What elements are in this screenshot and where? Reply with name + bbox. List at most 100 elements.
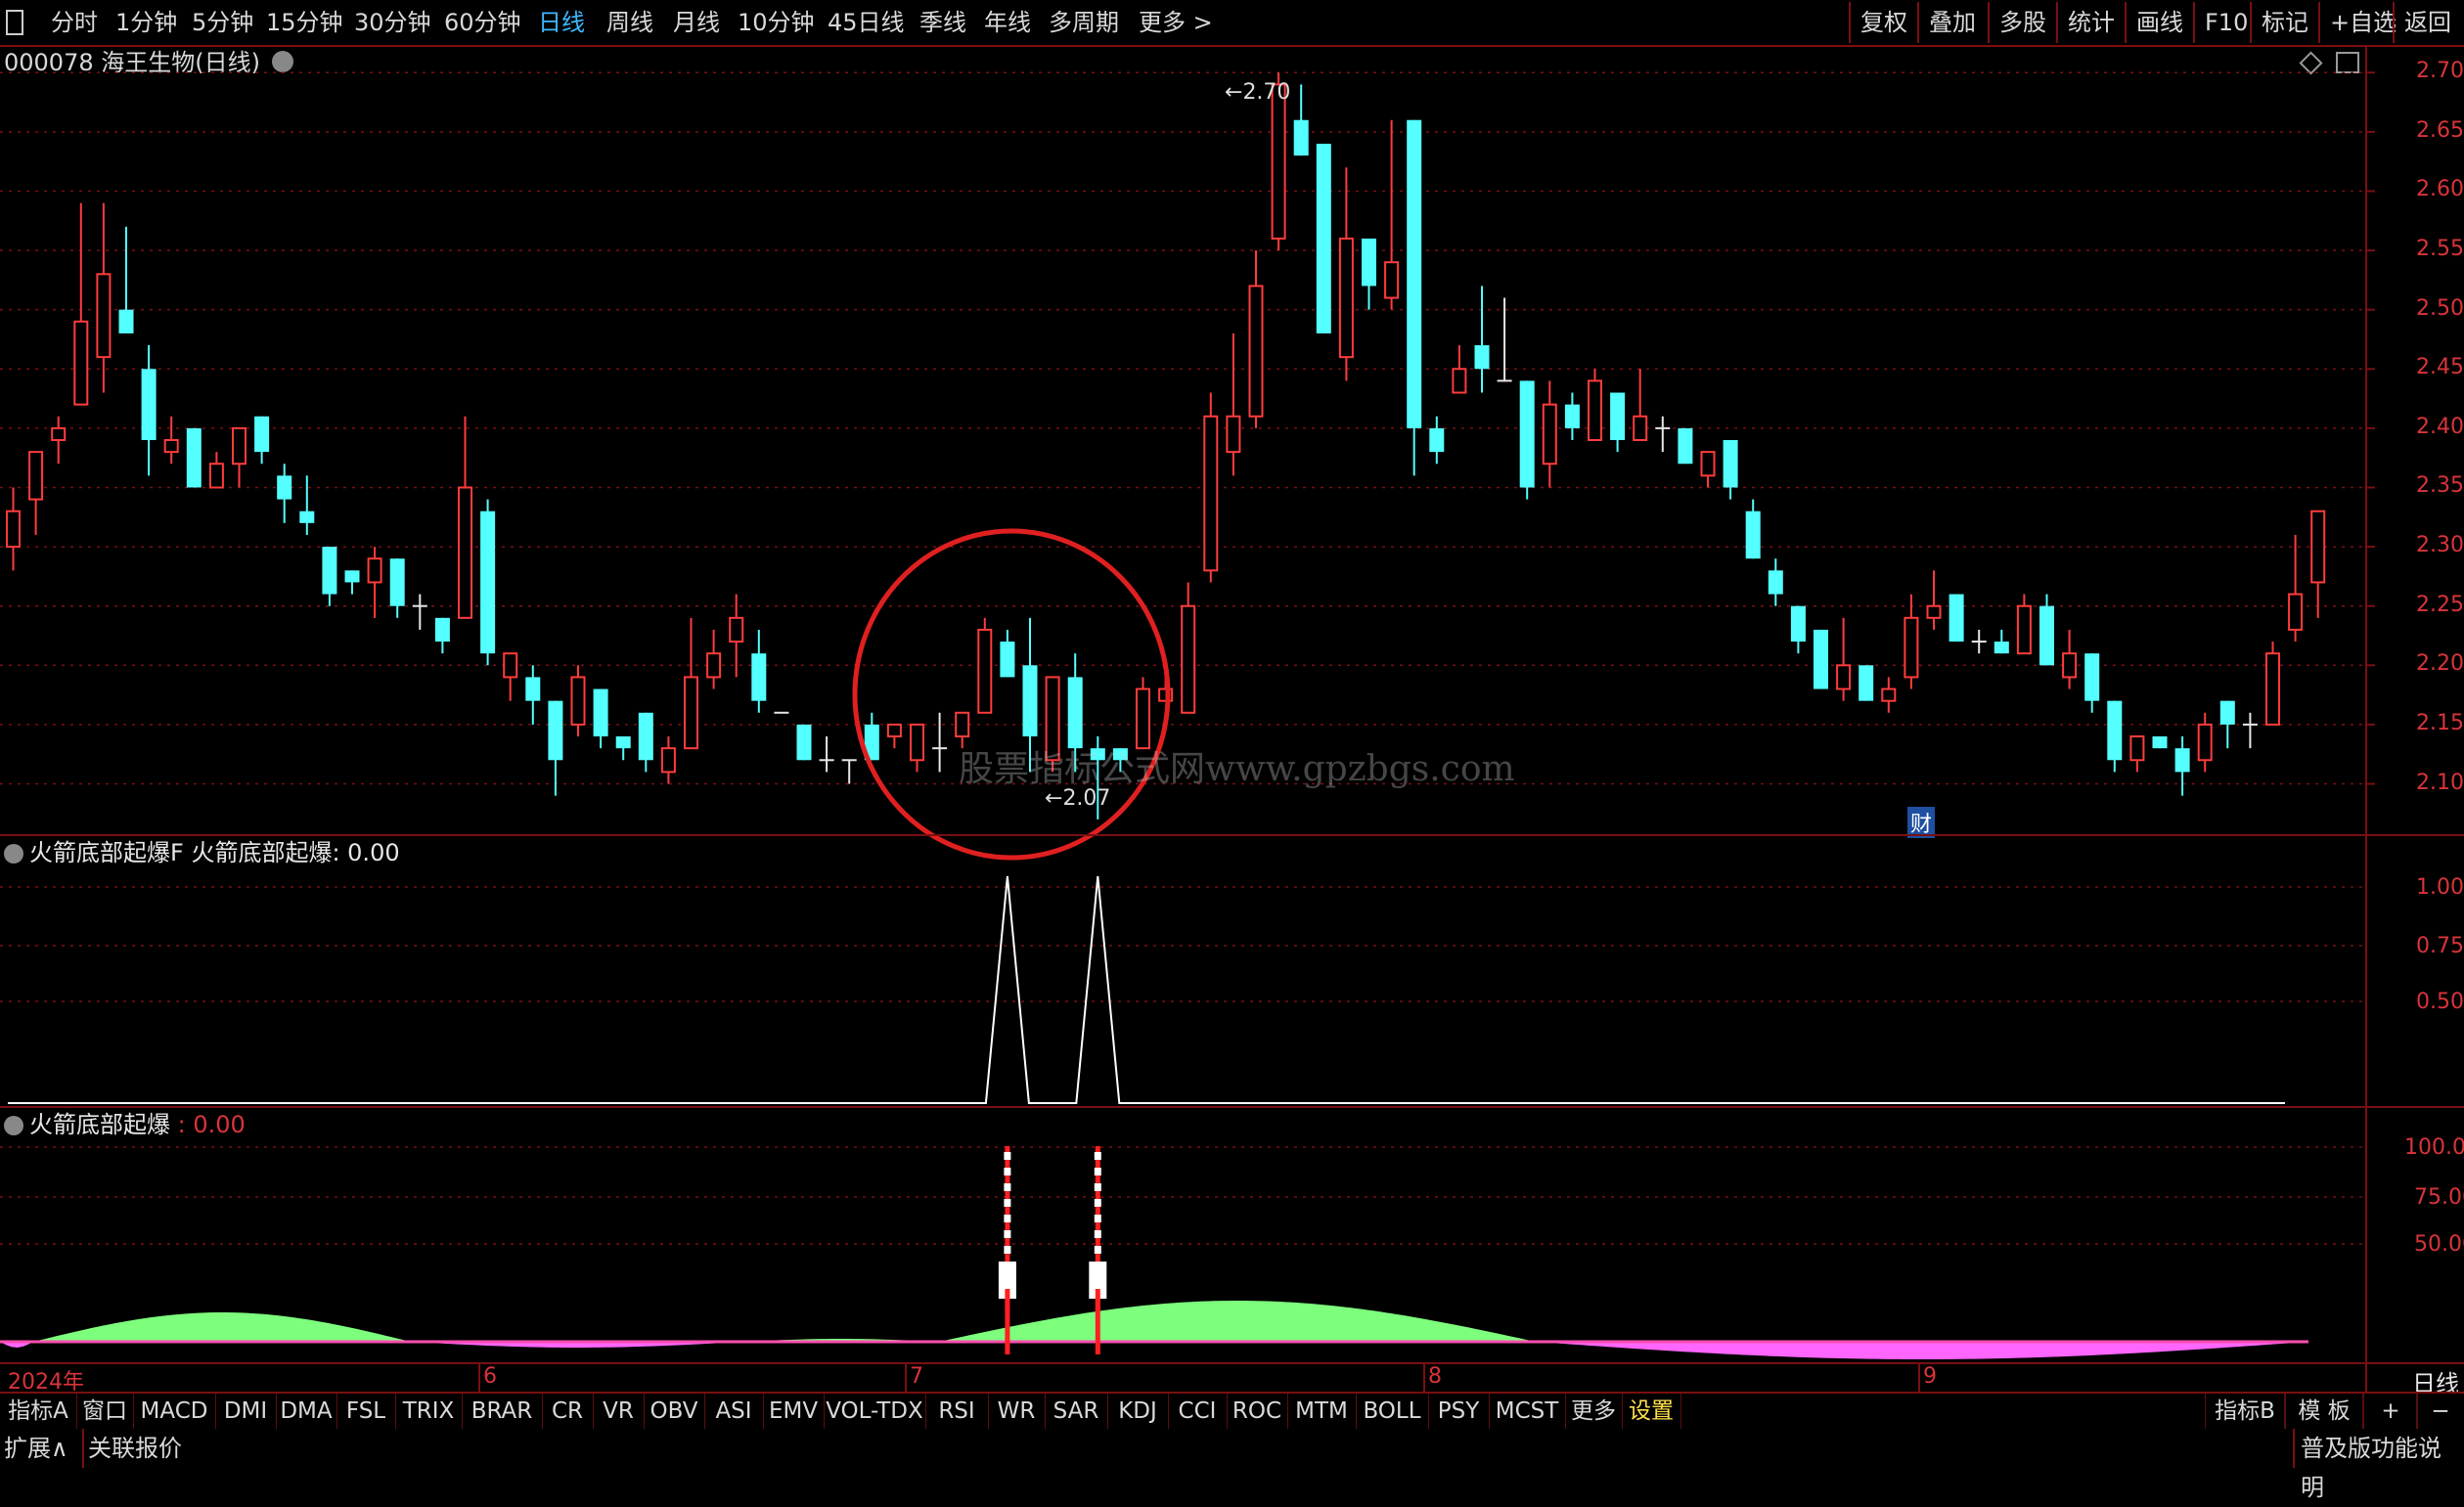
expand-button[interactable]: 扩展∧ bbox=[4, 1429, 68, 1468]
indicator-tab-2[interactable]: MACD bbox=[133, 1394, 216, 1429]
panel-separator-1[interactable] bbox=[0, 834, 2464, 836]
price-axis-label: 2.30 bbox=[2416, 533, 2464, 558]
chevron-down-icon[interactable] bbox=[4, 1116, 23, 1135]
candle bbox=[1293, 84, 1309, 156]
indicator-tab-4[interactable]: DMA bbox=[276, 1394, 337, 1429]
indicator-tab-8[interactable]: CR bbox=[542, 1394, 594, 1429]
indicator-tab-22[interactable]: PSY bbox=[1428, 1394, 1490, 1429]
candle bbox=[141, 345, 157, 476]
candle-body bbox=[1700, 451, 1716, 477]
indicator-tab-15[interactable]: WR bbox=[988, 1394, 1046, 1429]
candle bbox=[1248, 250, 1264, 428]
candle bbox=[1655, 416, 1671, 453]
candle bbox=[1836, 617, 1852, 701]
candle-body bbox=[1881, 687, 1897, 702]
indicator-tab-21[interactable]: BOLL bbox=[1356, 1394, 1429, 1429]
candle-body bbox=[525, 677, 541, 701]
candle-body bbox=[186, 427, 202, 488]
candle-body bbox=[2039, 605, 2054, 666]
candle bbox=[841, 759, 857, 784]
candle-body bbox=[2310, 510, 2326, 584]
candle-body bbox=[2174, 748, 2190, 773]
date-month-7: 7 bbox=[910, 1364, 923, 1389]
candle-body bbox=[1293, 119, 1309, 156]
indicator1-header[interactable]: 火箭底部起爆F 火箭底部起爆: 0.00 bbox=[4, 837, 400, 868]
candle bbox=[2242, 712, 2258, 749]
indicator-tab-7[interactable]: BRAR bbox=[462, 1394, 543, 1429]
indicator-tab-23[interactable]: MCST bbox=[1489, 1394, 1566, 1429]
price-axis-label: 2.20 bbox=[2416, 651, 2464, 677]
candle-body bbox=[1022, 665, 1038, 737]
candle bbox=[684, 617, 698, 750]
indicator-tab-19[interactable]: ROC bbox=[1227, 1394, 1288, 1429]
indicator-right-button-0[interactable]: 指标B bbox=[2205, 1394, 2285, 1429]
candle bbox=[1926, 570, 1942, 630]
candle-body bbox=[1203, 415, 1219, 572]
indicator-tab-10[interactable]: OBV bbox=[644, 1394, 705, 1429]
high-price-label: ←2.70 bbox=[1225, 80, 1291, 105]
candle bbox=[1790, 605, 1806, 654]
highlight-circle bbox=[852, 528, 1171, 861]
candle-body bbox=[1678, 427, 1693, 465]
indicator-tab-13[interactable]: VOL-TDX bbox=[824, 1394, 926, 1429]
price-axis-label: 2.15 bbox=[2416, 710, 2464, 735]
candle-body bbox=[1452, 368, 1467, 394]
candle-body bbox=[955, 711, 970, 738]
edition-info-link[interactable]: 普及版功能说明 bbox=[2293, 1429, 2464, 1501]
indicator-tab-18[interactable]: CCI bbox=[1168, 1394, 1228, 1429]
candle-body bbox=[1338, 237, 1354, 359]
related-quotes-button[interactable]: 关联报价 bbox=[82, 1429, 182, 1468]
indicator-tab-24[interactable]: 更多 bbox=[1565, 1394, 1623, 1429]
candle bbox=[570, 665, 586, 737]
candlestick-chart[interactable] bbox=[0, 0, 2464, 1468]
indicator2-axis-label: 100.0 bbox=[2404, 1135, 2464, 1160]
candle bbox=[2129, 735, 2145, 773]
candle bbox=[615, 736, 631, 761]
indicator-tab-6[interactable]: TRIX bbox=[395, 1394, 463, 1429]
indicator-tab-5[interactable]: FSL bbox=[336, 1394, 396, 1429]
candle bbox=[254, 416, 270, 465]
indicator-tab-14[interactable]: RSI bbox=[925, 1394, 989, 1429]
indicator-tab-9[interactable]: VR bbox=[593, 1394, 645, 1429]
indicator-tab-1[interactable]: 窗口 bbox=[76, 1394, 134, 1429]
candle bbox=[1859, 665, 1874, 701]
chevron-down-icon[interactable] bbox=[4, 844, 23, 864]
candle bbox=[1384, 119, 1400, 310]
candle-body bbox=[1723, 440, 1738, 488]
candle bbox=[2084, 653, 2100, 713]
price-axis-label: 2.45 bbox=[2416, 355, 2464, 380]
candle-body bbox=[1248, 285, 1264, 418]
price-axis-line bbox=[2365, 45, 2367, 1468]
candle-body bbox=[1836, 664, 1852, 690]
indicator-right-button-2[interactable]: + bbox=[2363, 1394, 2418, 1429]
candle bbox=[2197, 712, 2213, 773]
candle bbox=[2152, 736, 2168, 749]
candle-body bbox=[2288, 593, 2304, 631]
indicator2-header[interactable]: 火箭底部起爆 : 0.00 bbox=[4, 1109, 246, 1140]
candle bbox=[458, 416, 472, 619]
date-month-8: 8 bbox=[1428, 1364, 1442, 1389]
candle-body bbox=[1588, 379, 1602, 442]
indicator-tab-0[interactable]: 指标A bbox=[0, 1394, 77, 1429]
indicator2-hist-negative bbox=[1536, 1342, 2308, 1359]
candle-body bbox=[706, 652, 722, 679]
indicator-tab-17[interactable]: KDJ bbox=[1107, 1394, 1169, 1429]
indicator-tab-25[interactable]: 设置 bbox=[1622, 1394, 1681, 1429]
indicator-right-button-3[interactable]: − bbox=[2416, 1394, 2464, 1429]
candle-body bbox=[1904, 616, 1919, 679]
candle-body bbox=[638, 712, 653, 761]
candle-body bbox=[96, 273, 112, 359]
candle-body bbox=[1949, 594, 1964, 643]
indicator-tab-16[interactable]: SAR bbox=[1045, 1394, 1108, 1429]
indicator-right-button-1[interactable]: 模 板 bbox=[2285, 1394, 2363, 1429]
candle bbox=[389, 558, 405, 618]
candle-body bbox=[2062, 652, 2078, 679]
panel-separator-2[interactable] bbox=[0, 1106, 2464, 1108]
indicator-tab-3[interactable]: DMI bbox=[215, 1394, 277, 1429]
indicator-tab-12[interactable]: EMV bbox=[763, 1394, 825, 1429]
indicator-tab-20[interactable]: MTM bbox=[1287, 1394, 1357, 1429]
price-axis-label: 2.50 bbox=[2416, 295, 2464, 321]
candle-body bbox=[344, 570, 360, 583]
indicator-tab-11[interactable]: ASI bbox=[704, 1394, 764, 1429]
candle-body bbox=[503, 652, 518, 679]
